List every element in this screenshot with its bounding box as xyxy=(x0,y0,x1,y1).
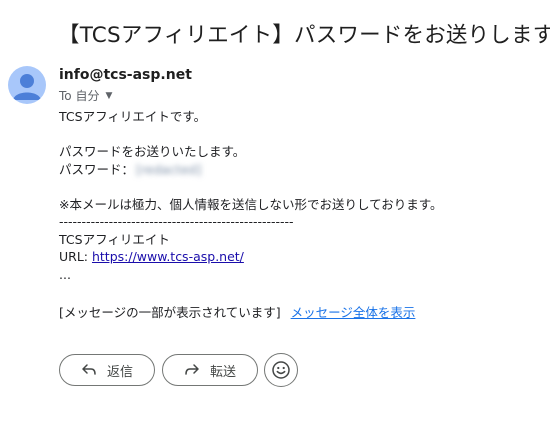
body-divider: ----------------------------------------… xyxy=(59,214,294,229)
reply-label: 返信 xyxy=(106,364,133,380)
recipient-label: To 自分 xyxy=(59,89,100,103)
password-label: パスワード： xyxy=(59,161,135,177)
sender-avatar[interactable] xyxy=(8,66,46,104)
signature-url-line: URL: https://www.tcs-asp.net/ xyxy=(59,248,442,266)
body-password-line: パスワード： [redacted] xyxy=(59,161,442,179)
truncation-notice: [メッセージの一部が表示されています] メッセージ全体を表示 xyxy=(59,302,415,321)
emoji-icon xyxy=(272,361,290,379)
signature-url-link[interactable]: https://www.tcs-asp.net/ xyxy=(92,249,244,264)
sender-email: info@tcs-asp.net xyxy=(59,67,192,83)
email-body: TCSアフィリエイトです。 パスワードをお送りいたします。 パスワード： [red… xyxy=(59,108,442,283)
caret-down-icon: ▼ xyxy=(105,90,113,101)
url-label: URL: xyxy=(59,249,92,264)
forward-button[interactable]: 転送 xyxy=(162,354,258,386)
body-intro: パスワードをお送りいたします。 xyxy=(59,144,246,159)
password-value-redacted: [redacted] xyxy=(136,161,202,177)
forward-label: 転送 xyxy=(209,364,236,380)
email-subject: 【TCSアフィリエイト】パスワードをお送りします。 xyxy=(58,23,550,48)
reply-button[interactable]: 返信 xyxy=(59,354,155,386)
reply-icon xyxy=(82,364,96,375)
body-notice: ※本メールは極力、個人情報を送信しない形でお送りしております。 xyxy=(59,196,443,212)
forward-icon xyxy=(185,364,199,375)
truncation-message: [メッセージの一部が表示されています] xyxy=(59,305,281,320)
recipient-details-toggle[interactable]: To 自分 ▼ xyxy=(59,87,112,104)
body-greeting: TCSアフィリエイトです。 xyxy=(59,109,207,124)
emoji-reaction-button[interactable] xyxy=(264,353,298,387)
body-ellipsis: ... xyxy=(59,266,71,282)
view-entire-message-link[interactable]: メッセージ全体を表示 xyxy=(291,305,416,320)
person-icon xyxy=(13,74,41,100)
signature-name: TCSアフィリエイト xyxy=(59,231,170,247)
